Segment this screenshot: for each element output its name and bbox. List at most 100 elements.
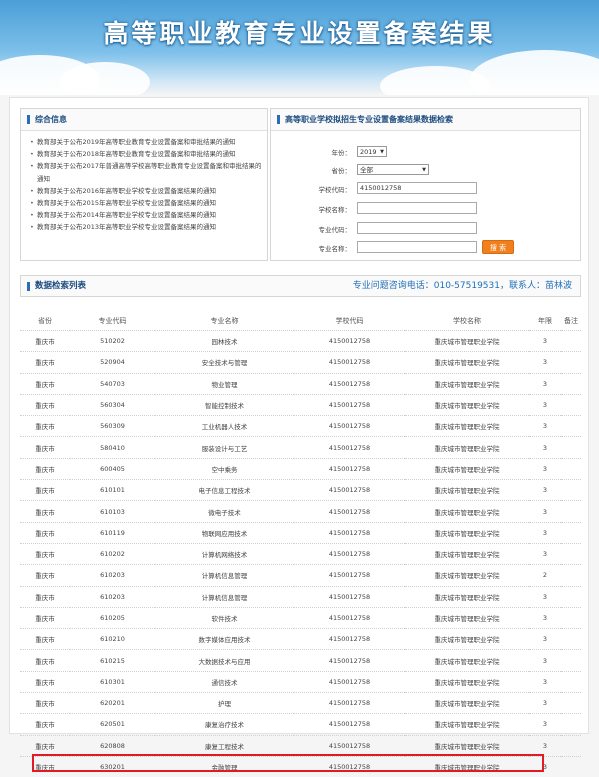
province-select[interactable]: 全部▼	[357, 164, 429, 175]
major-name-input[interactable]	[357, 241, 477, 253]
table-cell: 重庆市	[20, 437, 70, 458]
hotline-text: 专业问题咨询电话：010-57519531，联系人：苗林波	[353, 276, 572, 297]
table-cell: 3	[529, 671, 561, 692]
school-code-input[interactable]: 4150012758	[357, 182, 477, 194]
table-cell: 物联网应用技术	[155, 522, 294, 543]
table-cell	[561, 458, 581, 479]
table-row: 重庆市610119物联网应用技术4150012758重庆城市管理职业学院3	[20, 522, 581, 543]
table-cell: 580410	[70, 437, 155, 458]
news-item[interactable]: 教育部关于公布2017年普通高等学校高等职业教育专业设置备案和审批结果的通知	[21, 160, 267, 184]
table-cell: 560309	[70, 416, 155, 437]
table-cell	[561, 501, 581, 522]
table-cell	[561, 352, 581, 373]
table-cell: 重庆城市管理职业学院	[405, 501, 529, 522]
table-cell: 重庆市	[20, 501, 70, 522]
table-cell: 4150012758	[294, 693, 405, 714]
table-cell	[561, 607, 581, 628]
news-item[interactable]: 教育部关于公布2018年高等职业教育专业设置备案和审批结果的通知	[21, 148, 267, 160]
chevron-down-icon: ▼	[380, 147, 384, 157]
table-row: 重庆市610301通信技术4150012758重庆城市管理职业学院3	[20, 671, 581, 692]
table-row: 重庆市610203计算机信息管理4150012758重庆城市管理职业学院3	[20, 586, 581, 607]
table-cell: 4150012758	[294, 501, 405, 522]
table-cell: 重庆城市管理职业学院	[405, 586, 529, 607]
table-cell: 重庆城市管理职业学院	[405, 607, 529, 628]
school-name-input[interactable]	[357, 202, 477, 214]
table-cell: 重庆城市管理职业学院	[405, 714, 529, 735]
year-select[interactable]: 2019▼	[357, 146, 387, 157]
search-button[interactable]: 搜 索	[482, 240, 514, 254]
table-row: 重庆市610215大数据技术与应用4150012758重庆城市管理职业学院3	[20, 650, 581, 671]
table-cell: 重庆市	[20, 458, 70, 479]
table-row: 重庆市610202计算机网络技术4150012758重庆城市管理职业学院3	[20, 543, 581, 564]
table-cell: 重庆市	[20, 671, 70, 692]
table-cell: 4150012758	[294, 629, 405, 650]
table-cell: 重庆市	[20, 352, 70, 373]
table-cell: 重庆市	[20, 416, 70, 437]
major-name-label: 专业名称：	[271, 243, 351, 253]
table-cell: 610203	[70, 565, 155, 586]
table-cell: 计算机信息管理	[155, 565, 294, 586]
table-cell: 重庆城市管理职业学院	[405, 650, 529, 671]
table-cell	[561, 650, 581, 671]
year-select-value: 2019	[360, 148, 377, 156]
table-row: 重庆市610203计算机信息管理4150012758重庆城市管理职业学院2	[20, 565, 581, 586]
table-cell: 重庆城市管理职业学院	[405, 437, 529, 458]
table-cell: 520904	[70, 352, 155, 373]
table-cell: 3	[529, 629, 561, 650]
table-cell: 重庆城市管理职业学院	[405, 629, 529, 650]
column-header: 专业代码	[70, 311, 155, 331]
table-cell: 610210	[70, 629, 155, 650]
table-row: 重庆市620501康复治疗技术4150012758重庆城市管理职业学院3	[20, 714, 581, 735]
table-cell: 4150012758	[294, 480, 405, 501]
table-row: 重庆市610210数字媒体应用技术4150012758重庆城市管理职业学院3	[20, 629, 581, 650]
news-item[interactable]: 教育部关于公布2016年高等职业学校专业设置备案结果的通知	[21, 185, 267, 197]
table-row: 重庆市610103微电子技术4150012758重庆城市管理职业学院3	[20, 501, 581, 522]
table-cell: 4150012758	[294, 394, 405, 415]
table-row: 重庆市610101电子信息工程技术4150012758重庆城市管理职业学院3	[20, 480, 581, 501]
table-cell: 计算机信息管理	[155, 586, 294, 607]
table-cell: 3	[529, 416, 561, 437]
table-cell: 空中乘务	[155, 458, 294, 479]
table-cell: 4150012758	[294, 586, 405, 607]
cloud-decoration	[60, 62, 150, 95]
table-cell: 重庆市	[20, 607, 70, 628]
table-cell: 3	[529, 480, 561, 501]
table-cell	[561, 671, 581, 692]
table-cell	[561, 373, 581, 394]
table-cell: 3	[529, 522, 561, 543]
table-cell: 重庆市	[20, 480, 70, 501]
table-cell: 4150012758	[294, 607, 405, 628]
column-header: 专业名称	[155, 311, 294, 331]
table-cell: 重庆城市管理职业学院	[405, 416, 529, 437]
news-item[interactable]: 教育部关于公布2019年高等职业教育专业设置备案和审批结果的通知	[21, 136, 267, 148]
table-cell: 3	[529, 331, 561, 352]
province-label: 省份：	[271, 165, 351, 175]
table-cell: 重庆城市管理职业学院	[405, 522, 529, 543]
table-cell: 重庆城市管理职业学院	[405, 565, 529, 586]
table-cell: 重庆市	[20, 565, 70, 586]
chevron-down-icon: ▼	[422, 165, 426, 175]
table-cell: 3	[529, 586, 561, 607]
table-cell: 重庆市	[20, 522, 70, 543]
search-panel: 高等职业学校拟招生专业设置备案结果数据检索 年份： 2019▼ 省份： 全部▼ …	[270, 108, 581, 261]
table-cell: 微电子技术	[155, 501, 294, 522]
news-item[interactable]: 教育部关于公布2013年高等职业学校专业设置备案结果的通知	[21, 221, 267, 233]
news-item[interactable]: 教育部关于公布2014年高等职业学校专业设置备案结果的通知	[21, 209, 267, 221]
table-cell: 4150012758	[294, 671, 405, 692]
major-code-input[interactable]	[357, 222, 477, 234]
news-panel-title: 综合信息	[21, 109, 267, 131]
table-cell: 重庆城市管理职业学院	[405, 373, 529, 394]
table-cell: 重庆市	[20, 373, 70, 394]
table-cell	[561, 693, 581, 714]
cloud-decoration	[470, 50, 599, 95]
table-cell: 540703	[70, 373, 155, 394]
table-cell: 护理	[155, 693, 294, 714]
table-row: 重庆市600405空中乘务4150012758重庆城市管理职业学院3	[20, 458, 581, 479]
column-header: 学校名称	[405, 311, 529, 331]
news-item[interactable]: 教育部关于公布2015年高等职业学校专业设置备案结果的通知	[21, 197, 267, 209]
column-header: 年限	[529, 311, 561, 331]
results-table: 省份 专业代码 专业名称 学校代码 学校名称 年限 备注 重庆市510202园林…	[20, 311, 581, 777]
table-cell: 610203	[70, 586, 155, 607]
table-row: 重庆市620201护理4150012758重庆城市管理职业学院3	[20, 693, 581, 714]
main-content: 综合信息 教育部关于公布2019年高等职业教育专业设置备案和审批结果的通知 教育…	[9, 97, 589, 734]
